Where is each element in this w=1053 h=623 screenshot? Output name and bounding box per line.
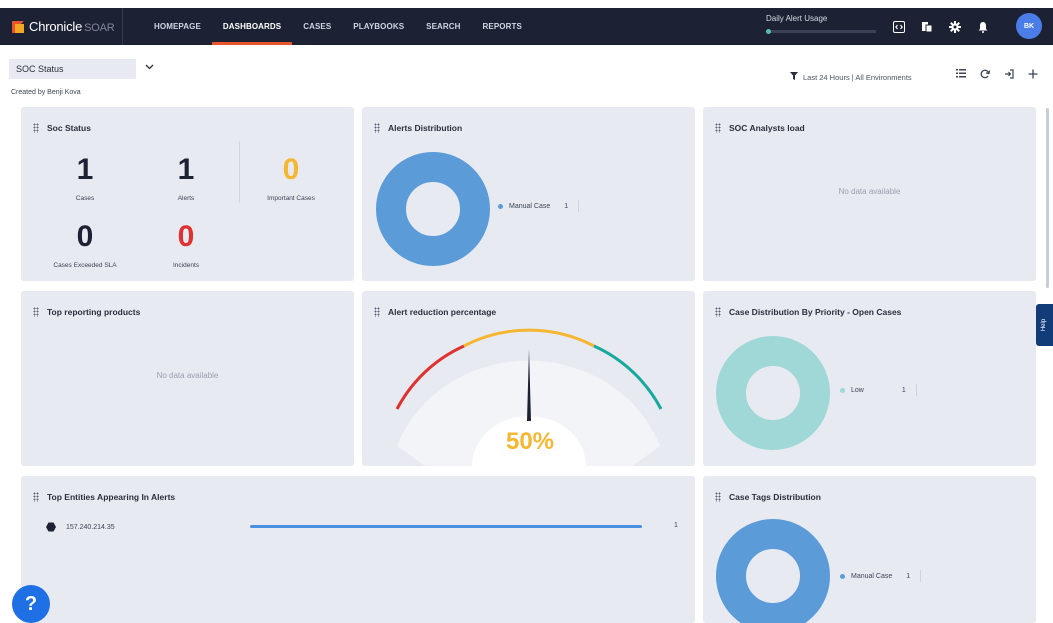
stat-label: Cases Exceeded SLA: [53, 262, 117, 269]
stat-value: 1: [76, 153, 94, 186]
stat-important-cases[interactable]: 0 Important Cases: [251, 153, 331, 203]
stat-cases-exceeded-sla[interactable]: 0 Cases Exceeded SLA: [45, 220, 125, 270]
chronicle-logo[interactable]: Chronicle SOAR: [0, 8, 123, 45]
divider: [239, 141, 240, 203]
widget-title: Alerts Distribution: [388, 123, 463, 133]
entity-hexagon-icon: [46, 522, 56, 532]
widget-title: Soc Status: [47, 123, 91, 133]
stat-label: Alerts: [177, 195, 195, 202]
donut-chart[interactable]: [375, 151, 491, 267]
legend-count: 1: [906, 572, 911, 580]
nav-playbooks[interactable]: PLAYBOOKS: [342, 8, 415, 45]
daily-alert-usage-bar: [766, 29, 876, 34]
widget-title: Case Distribution By Priority - Open Cas…: [729, 307, 902, 317]
stat-alerts[interactable]: 1 Alerts: [146, 153, 226, 203]
nav-homepage[interactable]: HOMEPAGE: [143, 8, 212, 45]
refresh-icon[interactable]: [979, 69, 991, 82]
legend-dot: [840, 387, 845, 393]
help-tab[interactable]: Help: [1036, 304, 1053, 346]
stat-value: 0: [76, 220, 94, 253]
bell-icon[interactable]: [977, 21, 989, 33]
stat-label: Cases: [75, 195, 95, 202]
chevron-down-icon[interactable]: [145, 62, 154, 73]
donut-chart[interactable]: [715, 518, 831, 623]
widget-top-reporting-products: Top reporting products No data available: [21, 291, 354, 466]
help-button[interactable]: ?: [12, 585, 50, 623]
stat-incidents[interactable]: 0 Incidents: [146, 220, 226, 270]
brand-suffix: SOAR: [84, 22, 115, 34]
chronicle-logo-icon: [12, 20, 24, 33]
widget-top-entities: Top Entities Appearing In Alerts: [21, 476, 695, 623]
legend-dot: [498, 203, 503, 209]
nav-reports[interactable]: REPORTS: [472, 8, 533, 45]
widget-alerts-distribution: Alerts Distribution Manual Case 1: [362, 107, 695, 281]
stat-label: Important Cases: [267, 195, 315, 202]
time-environment-filter[interactable]: Last 24 Hours | All Environments: [790, 72, 912, 82]
widget-case-tags-distribution: Case Tags Distribution Manual Case 1: [703, 476, 1036, 623]
nav-dashboards[interactable]: DASHBOARDS: [211, 8, 293, 45]
gauge-value: 50%: [505, 428, 555, 455]
created-by-label: Created by Benji Kova: [11, 89, 81, 96]
filter-text: Last 24 Hours | All Environments: [803, 72, 912, 82]
entity-count: 1: [674, 522, 678, 529]
add-widget-icon[interactable]: [1027, 69, 1039, 82]
widget-title: Top reporting products: [47, 307, 141, 317]
top-nav-bar: Chronicle SOAR HOMEPAGE DASHBOARDS CASES …: [0, 8, 1053, 45]
nav-cases[interactable]: CASES: [292, 8, 342, 45]
drag-handle-icon[interactable]: [715, 307, 721, 317]
stat-cases[interactable]: 1 Cases: [45, 153, 125, 203]
export-icon[interactable]: [1003, 69, 1015, 82]
code-icon[interactable]: [893, 20, 905, 33]
clipboard-icon[interactable]: [921, 21, 933, 33]
donut-chart[interactable]: [715, 335, 831, 451]
dashboard-select[interactable]: SOC Status: [9, 59, 136, 79]
legend-item[interactable]: Manual Case 1: [498, 200, 580, 212]
entity-label: 157.240.214.35: [66, 523, 115, 531]
daily-alert-usage-label: Daily Alert Usage: [766, 14, 828, 23]
main-nav: HOMEPAGE DASHBOARDS CASES PLAYBOOKS SEAR…: [143, 8, 533, 45]
usage-indicator: [766, 29, 771, 34]
drag-handle-icon[interactable]: [33, 492, 39, 502]
no-data-message: No data available: [838, 187, 901, 196]
legend-item[interactable]: Low 1: [840, 384, 917, 396]
brand-name: Chronicle: [29, 19, 83, 34]
stat-value: 1: [177, 153, 195, 186]
drag-handle-icon[interactable]: [715, 123, 721, 133]
drag-handle-icon[interactable]: [374, 123, 380, 133]
legend-dot: [840, 573, 845, 579]
legend-label: Manual Case: [851, 572, 893, 580]
widget-title: Case Tags Distribution: [729, 492, 821, 502]
entity-row[interactable]: 157.240.214.35 1: [24, 520, 684, 534]
stat-value: 0: [177, 220, 195, 253]
legend-item[interactable]: Manual Case 1: [840, 570, 922, 582]
legend-label: Low: [851, 386, 864, 394]
filter-icon: [790, 72, 798, 82]
list-view-icon[interactable]: [955, 69, 967, 82]
daily-alert-usage[interactable]: Daily Alert Usage: [766, 14, 876, 34]
widget-soc-status: Soc Status 1 Cases 1 Alerts 0 Important …: [21, 107, 354, 281]
no-data-message: No data available: [156, 371, 219, 380]
user-avatar[interactable]: BK: [1016, 13, 1042, 39]
stat-label: Incidents: [172, 262, 200, 269]
legend-label: Manual Case: [509, 202, 551, 210]
legend-count: 1: [901, 386, 906, 394]
stat-value: 0: [282, 153, 300, 186]
nav-search[interactable]: SEARCH: [415, 8, 471, 45]
legend-count: 1: [564, 202, 569, 210]
widget-soc-analysts-load: SOC Analysts load No data available: [703, 107, 1036, 281]
widget-title: Top Entities Appearing In Alerts: [47, 492, 176, 502]
entity-bar: [250, 525, 642, 528]
drag-handle-icon[interactable]: [33, 307, 39, 317]
drag-handle-icon[interactable]: [715, 492, 721, 502]
page-scrollbar[interactable]: [1046, 108, 1049, 288]
widget-alert-reduction: Alert reduction percentage 50%: [362, 291, 695, 466]
help-tab-label: Help: [1041, 318, 1048, 332]
widget-title: SOC Analysts load: [729, 123, 805, 133]
widget-case-distribution-priority: Case Distribution By Priority - Open Cas…: [703, 291, 1036, 466]
drag-handle-icon[interactable]: [33, 123, 39, 133]
gear-icon[interactable]: [949, 20, 961, 33]
